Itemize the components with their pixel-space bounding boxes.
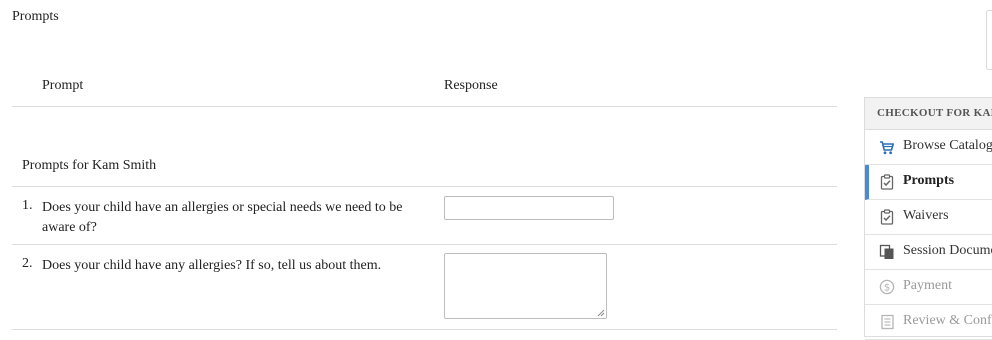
- question-text: Does your child have any allergies? If s…: [42, 258, 382, 273]
- allergies-special-needs-input[interactable]: [444, 196, 614, 220]
- clipboard-check-icon: [880, 209, 894, 225]
- checkout-sidebar: CHECKOUT FOR KAM Browse Catalog Prompts …: [864, 97, 992, 340]
- clipboard-check-icon: [880, 174, 894, 190]
- sidebar-item-label: Waivers: [903, 208, 949, 223]
- resize-grip-icon[interactable]: [597, 309, 605, 317]
- svg-text:$: $: [884, 283, 890, 294]
- dollar-circle-icon: $: [879, 279, 895, 295]
- sidebar-item-session-documents[interactable]: Session Documents: [865, 235, 992, 270]
- sidebar-item-label: Prompts: [903, 173, 955, 188]
- sidebar-item-prompts[interactable]: Prompts: [865, 165, 992, 200]
- prompt-group-header: Prompts for Kam Smith: [12, 107, 837, 187]
- receipt-icon: [881, 314, 894, 330]
- sidebar-item-waivers[interactable]: Waivers: [865, 200, 992, 235]
- column-header-prompt: Prompt: [42, 78, 84, 93]
- table-row: 1. Does your child have an allergies or …: [12, 187, 837, 245]
- cart-icon: [880, 141, 894, 155]
- prompt-group-title: Prompts for Kam Smith: [22, 158, 157, 173]
- question-text: Does your child have an allergies or spe…: [42, 200, 403, 235]
- sidebar-item-review-confirm: Review & Confirm: [865, 305, 992, 340]
- column-header-response: Response: [444, 78, 498, 93]
- sidebar-header: CHECKOUT FOR KAM: [865, 98, 992, 130]
- table-row: 2. Does your child have any allergies? I…: [12, 245, 837, 330]
- sidebar-item-browse-catalog[interactable]: Browse Catalog: [865, 130, 992, 165]
- documents-icon: [879, 244, 894, 259]
- table-header: Prompt Response: [12, 72, 837, 107]
- top-right-panel-edge: [986, 10, 992, 70]
- question-number: 2.: [22, 256, 33, 271]
- sidebar-item-payment: $ Payment: [865, 270, 992, 305]
- sidebar-item-label: Browse Catalog: [903, 138, 992, 153]
- sidebar-item-label: Session Documents: [903, 243, 992, 258]
- allergies-details-textarea[interactable]: [444, 253, 607, 319]
- prompts-table: Prompt Response Prompts for Kam Smith 1.…: [12, 72, 837, 330]
- question-number: 1.: [22, 198, 33, 213]
- sidebar-item-label: Review & Confirm: [903, 313, 992, 328]
- section-title: Prompts: [12, 9, 59, 24]
- sidebar-item-label: Payment: [903, 278, 952, 293]
